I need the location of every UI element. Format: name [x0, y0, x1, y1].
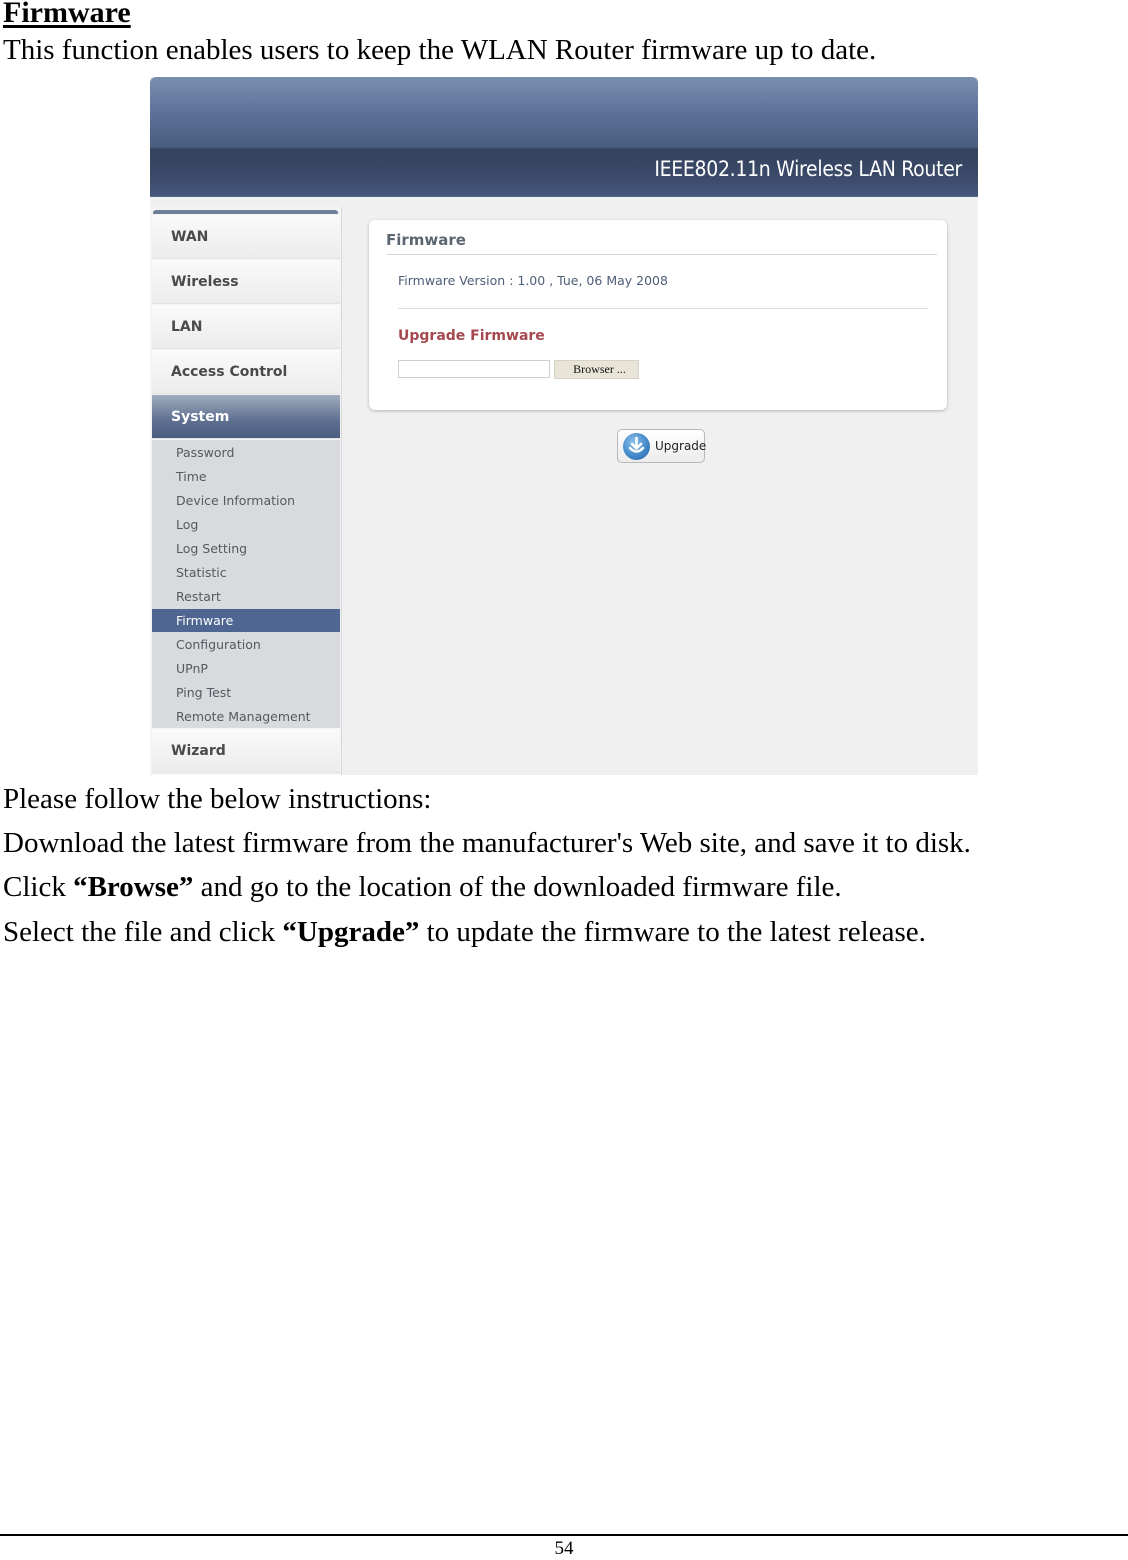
submenu-item-device-information[interactable]: Device Information: [152, 489, 340, 512]
router-screenshot: IEEE802.11n Wireless LAN Router WAN Wire…: [150, 77, 978, 775]
instructions-heading: Please follow the below instructions:: [3, 783, 432, 815]
download-arrow-icon: [623, 433, 650, 460]
submenu-item-upnp[interactable]: UPnP: [152, 657, 340, 680]
submenu-item-firmware[interactable]: Firmware: [152, 609, 340, 632]
sidebar-item-system[interactable]: System: [152, 395, 340, 439]
instruction-step-2: Click “Browse” and go to the location of…: [3, 871, 842, 904]
upgrade-button-label: Upgrade: [655, 439, 707, 453]
sidebar-item-wan[interactable]: WAN: [152, 215, 340, 259]
step-emphasis: “Browse”: [73, 871, 194, 903]
submenu-item-remote-management[interactable]: Remote Management: [152, 705, 340, 728]
submenu-item-password[interactable]: Password: [152, 441, 340, 464]
system-submenu: Password Time Device Information Log Log…: [152, 440, 340, 728]
section-divider: [398, 308, 928, 309]
sidebar-item-wireless[interactable]: Wireless: [152, 260, 340, 304]
sidebar-item-lan[interactable]: LAN: [152, 305, 340, 349]
submenu-item-log-setting[interactable]: Log Setting: [152, 537, 340, 560]
title-divider: [387, 254, 937, 255]
step-text: to update the firmware to the latest rel…: [419, 916, 926, 948]
sidebar-top-bar: [153, 210, 338, 214]
instruction-step-1: Download the latest firmware from the ma…: [3, 827, 971, 860]
submenu-item-time[interactable]: Time: [152, 465, 340, 488]
submenu-item-ping-test[interactable]: Ping Test: [152, 681, 340, 704]
section-title: Firmware: [3, 0, 131, 29]
submenu-item-restart[interactable]: Restart: [152, 585, 340, 608]
step-text: Download the latest firmware from the ma…: [3, 827, 971, 859]
step-emphasis: “Upgrade”: [282, 916, 420, 948]
submenu-item-configuration[interactable]: Configuration: [152, 633, 340, 656]
instruction-step-3: Select the file and click “Upgrade” to u…: [3, 916, 926, 949]
browse-button[interactable]: Browser ...: [554, 360, 639, 379]
submenu-item-log[interactable]: Log: [152, 513, 340, 536]
router-banner-title: IEEE802.11n Wireless LAN Router: [654, 157, 962, 181]
router-banner: IEEE802.11n Wireless LAN Router: [150, 77, 978, 197]
submenu-item-statistic[interactable]: Statistic: [152, 561, 340, 584]
sidebar-item-access-control[interactable]: Access Control: [152, 350, 340, 394]
step-text: and go to the location of the downloaded…: [193, 871, 842, 903]
router-sidebar: WAN Wireless LAN Access Control System P…: [150, 207, 342, 775]
firmware-panel: Firmware Firmware Version : 1.00 , Tue, …: [369, 220, 947, 410]
firmware-version: Firmware Version : 1.00 , Tue, 06 May 20…: [398, 273, 668, 288]
sidebar-item-wizard[interactable]: Wizard: [152, 729, 340, 773]
footer-divider: [0, 1534, 1128, 1536]
step-text: Click: [3, 871, 74, 903]
upgrade-firmware-heading: Upgrade Firmware: [398, 328, 545, 344]
firmware-file-input[interactable]: [398, 360, 550, 378]
upgrade-button[interactable]: Upgrade: [617, 429, 707, 463]
intro-text: This function enables users to keep the …: [3, 34, 877, 66]
step-text: Select the file and click: [3, 916, 283, 948]
panel-title: Firmware: [386, 231, 466, 249]
